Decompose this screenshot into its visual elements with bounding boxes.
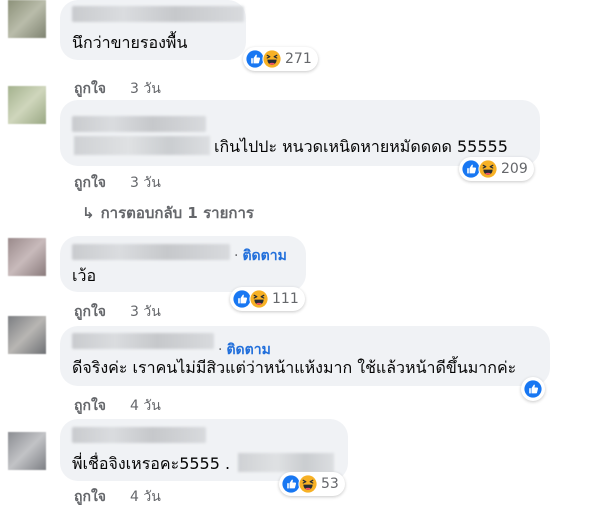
like-button[interactable]: ถูกใจ bbox=[74, 489, 106, 505]
avatar[interactable] bbox=[8, 432, 46, 470]
comment-actions: ถูกใจ 4 วัน bbox=[74, 486, 161, 508]
comment-text: พี่เชื่อจิงเหรอคะ5555 . bbox=[72, 454, 231, 473]
comment-text: เว้อ bbox=[72, 266, 97, 285]
avatar[interactable] bbox=[8, 0, 46, 38]
replies-label: การตอบกลับ 1 รายการ bbox=[100, 204, 254, 222]
comment-actions: ถูกใจ 3 วัน bbox=[74, 301, 161, 323]
comment-actions: ถูกใจ 4 วัน bbox=[74, 395, 161, 417]
haha-icon bbox=[478, 159, 498, 179]
comment-timestamp[interactable]: 3 วัน bbox=[130, 304, 161, 320]
commenter-name-redacted[interactable] bbox=[72, 6, 244, 22]
haha-icon bbox=[262, 49, 282, 69]
avatar[interactable] bbox=[8, 86, 46, 124]
like-button[interactable]: ถูกใจ bbox=[74, 175, 106, 191]
reaction-summary[interactable]: 271 bbox=[243, 47, 318, 71]
separator-dot: · bbox=[234, 248, 239, 264]
mentioned-name-redacted[interactable] bbox=[238, 453, 334, 472]
haha-icon bbox=[249, 289, 269, 309]
commenter-name-redacted[interactable] bbox=[72, 427, 206, 443]
comment-timestamp[interactable]: 3 วัน bbox=[130, 175, 161, 191]
haha-icon bbox=[298, 474, 318, 494]
comment-text: นึกว่าขายรองพื้น bbox=[72, 33, 188, 52]
comment-timestamp[interactable]: 4 วัน bbox=[130, 489, 161, 505]
follow-label: ติดตาม bbox=[226, 342, 271, 358]
comment-actions: ถูกใจ 3 วัน bbox=[74, 172, 161, 194]
comment-timestamp[interactable]: 3 วัน bbox=[130, 81, 161, 97]
view-replies-link[interactable]: ↳ การตอบกลับ 1 รายการ bbox=[82, 201, 254, 225]
follow-label: ติดตาม bbox=[242, 248, 287, 264]
commenter-name-redacted[interactable] bbox=[72, 333, 214, 349]
reaction-count: 111 bbox=[272, 291, 299, 307]
reply-arrow-icon: ↳ bbox=[82, 204, 95, 222]
commenter-name-redacted[interactable] bbox=[72, 116, 206, 132]
reaction-summary[interactable]: 209 bbox=[459, 157, 534, 181]
reaction-count: 271 bbox=[285, 51, 312, 67]
comment-text: เกินไปปะ หนวดเหนิดหายหมัดดดด 55555 bbox=[214, 137, 508, 156]
mentioned-name-redacted[interactable] bbox=[74, 136, 210, 155]
reaction-count: 209 bbox=[501, 161, 528, 177]
reaction-count: 53 bbox=[321, 476, 339, 492]
like-button[interactable]: ถูกใจ bbox=[74, 398, 106, 414]
like-icon bbox=[523, 379, 543, 399]
reaction-summary[interactable] bbox=[521, 377, 545, 401]
follow-link[interactable]: · ติดตาม bbox=[234, 245, 287, 267]
reaction-summary[interactable]: 53 bbox=[279, 472, 345, 496]
reaction-summary[interactable]: 111 bbox=[230, 287, 305, 311]
like-button[interactable]: ถูกใจ bbox=[74, 81, 106, 97]
like-button[interactable]: ถูกใจ bbox=[74, 304, 106, 320]
commenter-name-redacted[interactable] bbox=[72, 244, 230, 260]
comment-timestamp[interactable]: 4 วัน bbox=[130, 398, 161, 414]
avatar[interactable] bbox=[8, 238, 46, 276]
comment-actions: ถูกใจ 3 วัน bbox=[74, 78, 161, 100]
avatar[interactable] bbox=[8, 316, 46, 354]
separator-dot: · bbox=[218, 342, 223, 358]
comment-text: ดีจริงค่ะ เราคนไม่มีสิวแต่ว่าหน้าแห้งมาก… bbox=[72, 358, 517, 377]
